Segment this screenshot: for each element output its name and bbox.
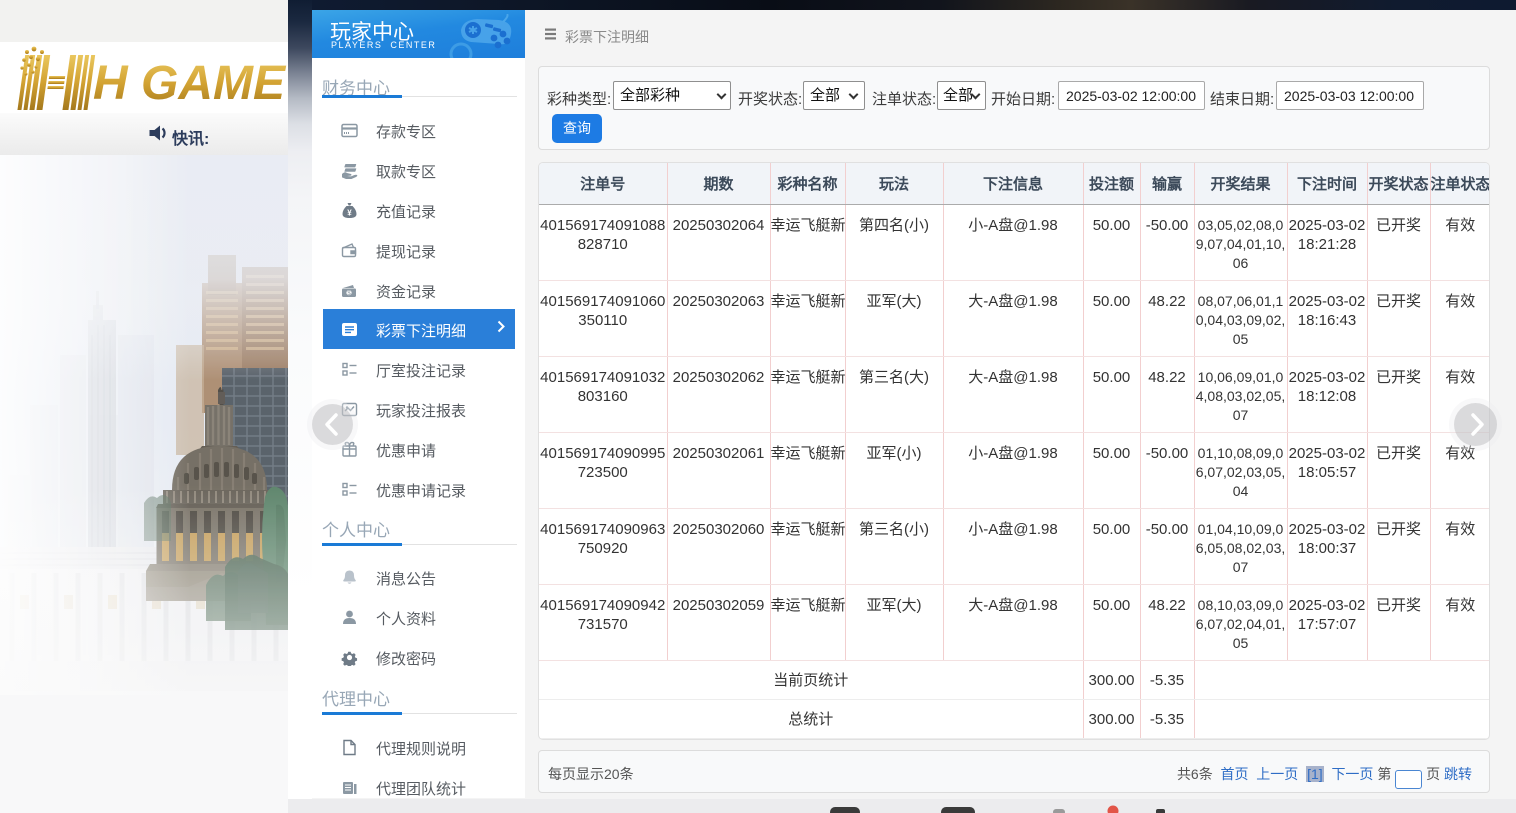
svg-text:H GAME: H GAME (93, 57, 287, 110)
svg-text:¥: ¥ (347, 209, 352, 218)
